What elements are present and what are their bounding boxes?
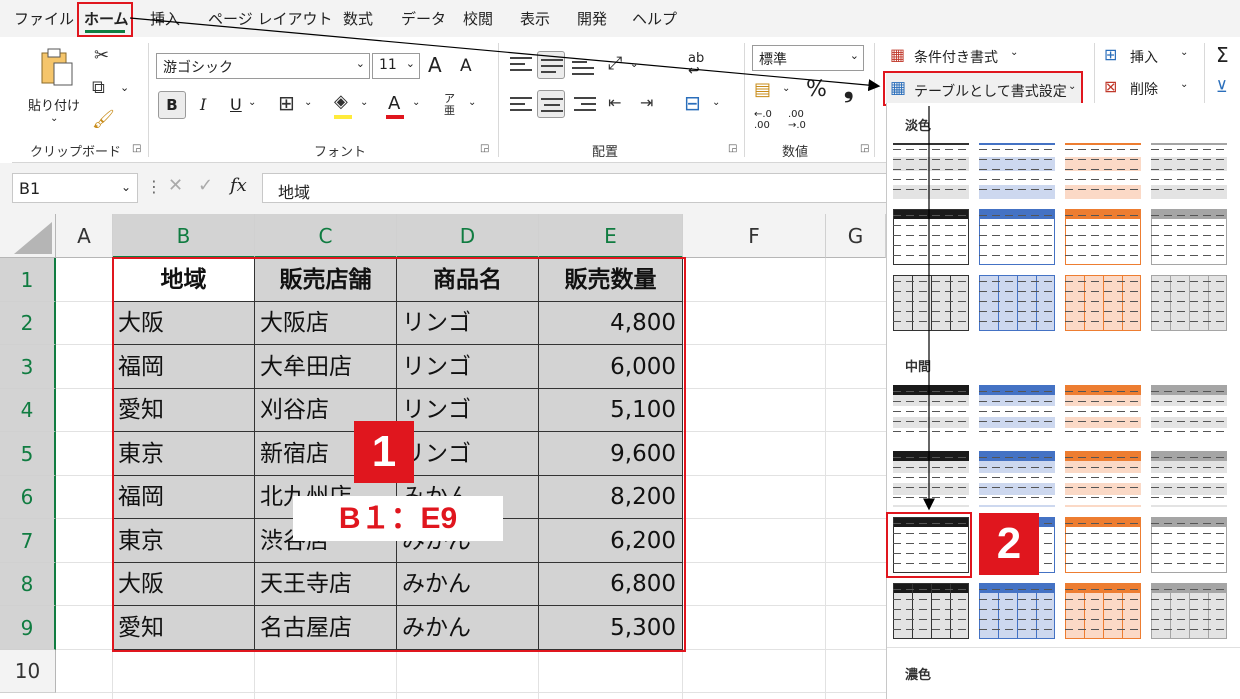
annotation-arrows bbox=[129, 17, 935, 511]
arrow-home-to-format bbox=[129, 17, 881, 92]
